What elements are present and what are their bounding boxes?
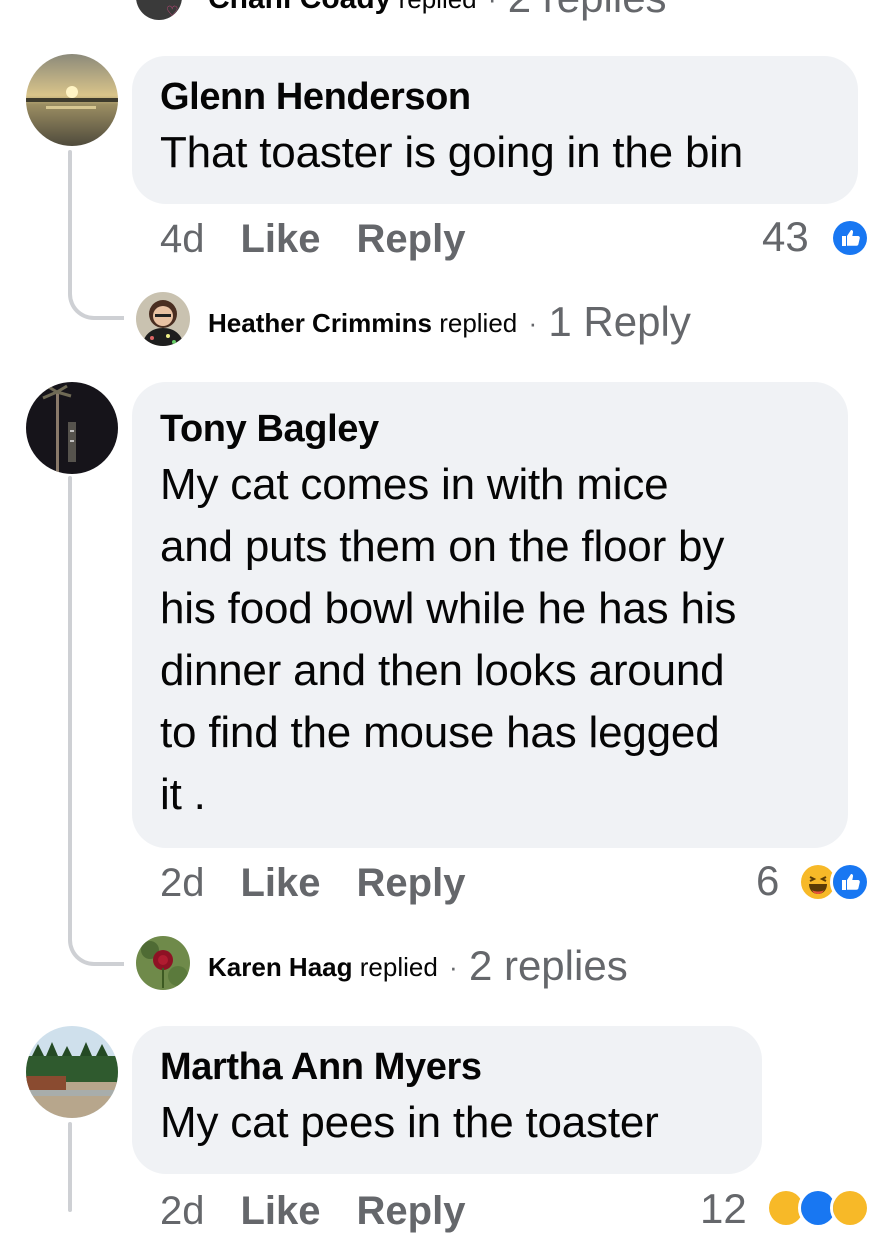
comment-text-line: it . <box>160 770 206 819</box>
view-replies-link[interactable]: 2 replies <box>469 942 628 989</box>
like-icon[interactable] <box>830 218 870 258</box>
reaction-count[interactable]: 6 <box>756 856 779 906</box>
thread-line <box>68 150 72 280</box>
comment-bubble[interactable]: Martha Ann Myers My cat pees in the toas… <box>132 1026 762 1174</box>
comment-actions: 2d Like Reply <box>160 858 501 908</box>
sad-icon[interactable] <box>830 1188 870 1228</box>
avatar[interactable] <box>136 292 190 346</box>
reply-button[interactable]: Reply <box>357 1189 466 1233</box>
top-replied-row[interactable]: Chani Coady replied · 2 replies <box>208 0 667 19</box>
replied-author: Chani Coady <box>208 0 391 15</box>
thread-connector <box>68 904 124 966</box>
reaction-count[interactable]: 12 <box>700 1184 747 1234</box>
like-button[interactable]: Like <box>241 1189 321 1233</box>
comment-bubble[interactable]: Glenn Henderson That toaster is going in… <box>132 56 858 204</box>
view-replies-link[interactable]: 2 replies <box>508 0 667 21</box>
comment-timestamp[interactable]: 4d <box>160 217 205 261</box>
replied-verb: replied <box>359 952 438 982</box>
like-button[interactable]: Like <box>241 861 321 905</box>
reaction-count[interactable]: 43 <box>762 212 809 262</box>
avatar[interactable] <box>26 1026 118 1118</box>
comment-author[interactable]: Glenn Henderson <box>160 72 830 122</box>
like-button[interactable]: Like <box>241 217 321 261</box>
heart-icon: ♡ <box>166 3 179 19</box>
comment-actions: 2d Like Reply <box>160 1186 501 1236</box>
comment-text-line: My cat comes in with mice <box>160 460 669 509</box>
comment-text-line: and puts them on the floor by <box>160 522 725 571</box>
comment-text-line: his food bowl while he has his <box>160 584 737 633</box>
comment-timestamp[interactable]: 2d <box>160 861 205 905</box>
replied-verb: replied <box>439 308 518 338</box>
replied-verb: replied <box>399 0 477 14</box>
comment-author[interactable]: Martha Ann Myers <box>160 1042 734 1092</box>
replied-row[interactable]: Karen Haag replied · 2 replies <box>208 945 628 987</box>
like-icon[interactable] <box>830 862 870 902</box>
replied-row[interactable]: Heather Crimmins replied · 1 Reply <box>208 301 691 343</box>
reply-button[interactable]: Reply <box>357 861 466 905</box>
comment-author[interactable]: Tony Bagley <box>160 404 820 454</box>
comment-timestamp[interactable]: 2d <box>160 1189 205 1233</box>
thread-connector <box>68 270 124 320</box>
thread-line <box>68 476 72 916</box>
comment-text-line: to find the mouse has legged <box>160 708 720 757</box>
comment-text-line: dinner and then looks around <box>160 646 725 695</box>
replied-author: Heather Crimmins <box>208 308 432 338</box>
reply-button[interactable]: Reply <box>357 217 466 261</box>
comment-bubble[interactable]: Tony Bagley My cat comes in with mice an… <box>132 382 848 848</box>
avatar[interactable] <box>136 936 190 990</box>
avatar[interactable] <box>26 54 118 146</box>
replied-author: Karen Haag <box>208 952 353 982</box>
comment-text: That toaster is going in the bin <box>160 128 744 177</box>
comment-text: My cat pees in the toaster <box>160 1098 659 1147</box>
view-replies-link[interactable]: 1 Reply <box>548 298 690 345</box>
thread-line <box>68 1122 72 1212</box>
comment-actions: 4d Like Reply <box>160 214 501 264</box>
avatar[interactable] <box>26 382 118 474</box>
